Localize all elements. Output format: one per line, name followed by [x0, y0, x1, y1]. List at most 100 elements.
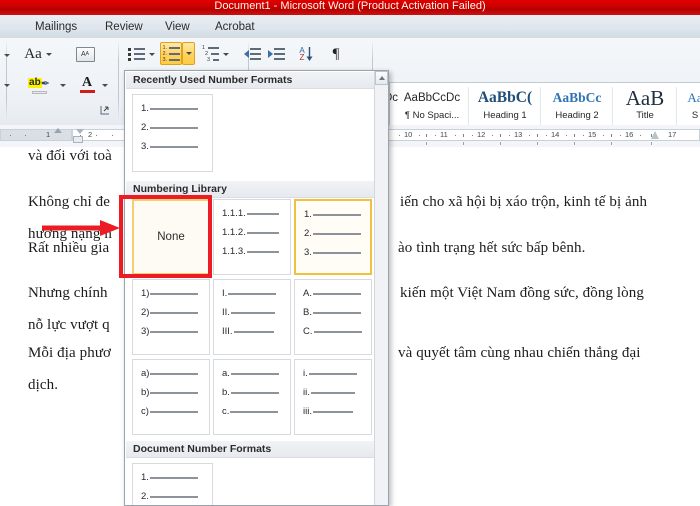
- ruler-minor-tick: [426, 134, 427, 137]
- document-text-p5c: dịch.: [28, 377, 59, 393]
- clear-formatting-button[interactable]: AA: [72, 44, 98, 64]
- style-name: ¶ No Spaci...: [404, 110, 460, 121]
- numbering-preview-label: A.: [303, 288, 312, 299]
- ruler-minor-tick: [650, 134, 652, 137]
- style-cell-s[interactable]: Aa S: [678, 84, 700, 130]
- style-cell-divider: [612, 87, 613, 127]
- numbering-preview-row: A.: [303, 289, 361, 299]
- document-text-p4a: Nhưng chính: [28, 285, 108, 301]
- numbering-preview-label: c.: [222, 406, 230, 417]
- numbering-cell-doc-decimal-period[interactable]: 1.2.3.: [132, 463, 213, 505]
- right-indent-marker[interactable]: [651, 131, 659, 139]
- numbering-preview-line: [149, 108, 198, 110]
- numbering-preview-line: [150, 312, 199, 314]
- numbering-preview-label: 1.: [141, 472, 149, 483]
- numbering-preview-label: 1.: [304, 209, 312, 220]
- ribbon-tab-review[interactable]: Review: [98, 18, 150, 38]
- font-color-button[interactable]: A: [76, 73, 98, 96]
- left-indent-marker[interactable]: [73, 136, 83, 143]
- increase-indent-button[interactable]: [266, 45, 286, 63]
- text-highlight-color-button[interactable]: ab ✒: [22, 74, 56, 96]
- numbering-cell-upper-alpha-5[interactable]: A. B. C.: [294, 279, 372, 355]
- numbering-cell-multilevel-1-1-1-1[interactable]: 1.1.1. 1.1.2. 1.1.3.: [213, 199, 291, 275]
- numbering-library-dropdown[interactable]: Recently Used Number Formats 1. 2. 3. Number…: [124, 70, 389, 506]
- numbering-preview-row: a): [141, 369, 199, 379]
- font-size-dropdown-partial[interactable]: [2, 46, 12, 64]
- ruler-subtick: [499, 142, 501, 145]
- decrease-indent-button[interactable]: [242, 45, 262, 63]
- ruler-tick-16: 16: [625, 130, 634, 139]
- ribbon-tab-view[interactable]: View: [158, 18, 197, 38]
- ruler-tick-14: 14: [551, 130, 560, 139]
- font-color-chevron[interactable]: [100, 77, 110, 93]
- chevron-down-icon: [185, 52, 192, 55]
- numbering-preview-row: c): [141, 407, 198, 417]
- numbering-preview-label: 2): [141, 307, 150, 318]
- hanging-indent-marker[interactable]: [76, 129, 84, 134]
- bullets-button[interactable]: [126, 44, 146, 64]
- numbering-preview-label: C.: [303, 326, 313, 337]
- numbering-preview-label: I.: [222, 288, 228, 299]
- style-cell--no-spaci-[interactable]: AaBbCcDc ¶ No Spaci...: [396, 84, 468, 130]
- bullets-icon: [127, 47, 145, 61]
- numbering-preview-line: [313, 331, 362, 333]
- chevron-down-icon: [45, 53, 52, 56]
- numbering-cell-recent-decimal-period[interactable]: 1. 2. 3.: [132, 94, 213, 172]
- numbering-cell-none-0[interactable]: None: [132, 199, 210, 275]
- change-case-icon: Aa: [24, 46, 42, 62]
- numbering-cell-lower-alpha-7[interactable]: a. b. c.: [213, 359, 291, 435]
- dropdown-scrollbar[interactable]: [374, 71, 388, 505]
- chevron-down-icon: [4, 83, 10, 87]
- ruler-tick-15: 15: [588, 130, 597, 139]
- style-name: Title: [636, 110, 654, 121]
- numbering-preview-label: a.: [222, 368, 230, 379]
- numbering-preview-line: [149, 477, 198, 479]
- ruler-tick-1: 1: [46, 130, 51, 139]
- sort-button[interactable]: A Z: [295, 43, 317, 65]
- numbering-cell-decimal-period-2[interactable]: 1. 2. 3.: [294, 199, 372, 275]
- numbering-cell-decimal-paren-3[interactable]: 1) 2) 3): [132, 279, 210, 355]
- ruler-tick-10: 10: [404, 130, 413, 139]
- numbering-preview-row: 2.: [304, 229, 361, 239]
- document-text-p2b: iến cho xã hội bị xáo trộn, kinh tế bị ả…: [400, 194, 648, 210]
- window-title-bar: Document1 - Microsoft Word (Product Acti…: [0, 0, 700, 15]
- ruler-dot: [566, 135, 567, 136]
- multilevel-list-button[interactable]: 1 2 3: [200, 44, 221, 64]
- numbering-preview-line: [150, 373, 199, 375]
- ribbon-tab-acrobat[interactable]: Acrobat: [208, 18, 262, 38]
- chevron-down-icon: [149, 52, 155, 56]
- underline-dropdown-partial[interactable]: [2, 76, 12, 94]
- numbering-icon: 1. 2. 3.: [163, 45, 180, 62]
- numbering-preview-label: 3.: [304, 247, 312, 258]
- multilevel-list-chevron[interactable]: [221, 48, 231, 60]
- highlight-color-chevron[interactable]: [58, 77, 68, 93]
- numbering-cell-lower-roman-8[interactable]: i. ii. iii.: [294, 359, 372, 435]
- style-preview: Aa: [687, 90, 700, 105]
- show-paragraph-marks-button[interactable]: ¶: [326, 43, 346, 65]
- chevron-down-icon: [102, 83, 108, 87]
- style-cell-heading-1[interactable]: AaBbC(Heading 1: [470, 84, 540, 130]
- numbering-button[interactable]: 1. 2. 3.: [160, 42, 182, 65]
- bullets-chevron[interactable]: [147, 48, 157, 60]
- change-case-button[interactable]: Aa: [22, 45, 54, 64]
- ruler-dot: [583, 135, 584, 136]
- style-cell-title[interactable]: AaB Title: [614, 84, 676, 130]
- numbering-preview-line: [149, 496, 198, 498]
- ruler-minor-tick: [462, 134, 464, 137]
- font-dialog-launcher[interactable]: [98, 104, 112, 116]
- numbering-preview-label: 1.1.3.: [222, 246, 246, 257]
- numbering-chevron-button[interactable]: [182, 42, 195, 65]
- first-line-indent-marker[interactable]: [54, 128, 62, 133]
- style-cell-divider: [676, 87, 677, 127]
- style-cell-heading-2[interactable]: AaBbCc Heading 2: [542, 84, 612, 130]
- numbering-cell-upper-roman-4[interactable]: I. II. III.: [213, 279, 291, 355]
- numbering-cell-lower-alpha-paren-6[interactable]: a) b) c): [132, 359, 210, 435]
- numbering-preview-line: [310, 392, 355, 394]
- dropdown-scroll-up-button[interactable]: [375, 71, 388, 85]
- style-cell-divider: [468, 87, 469, 127]
- ruler-minor-tick: [573, 134, 575, 137]
- numbering-preview-label: 1.1.1.: [222, 208, 246, 219]
- numbering-preview-line: [312, 233, 361, 235]
- numbering-preview-label: B.: [303, 307, 312, 318]
- ribbon-tab-mailings[interactable]: Mailings: [28, 18, 84, 38]
